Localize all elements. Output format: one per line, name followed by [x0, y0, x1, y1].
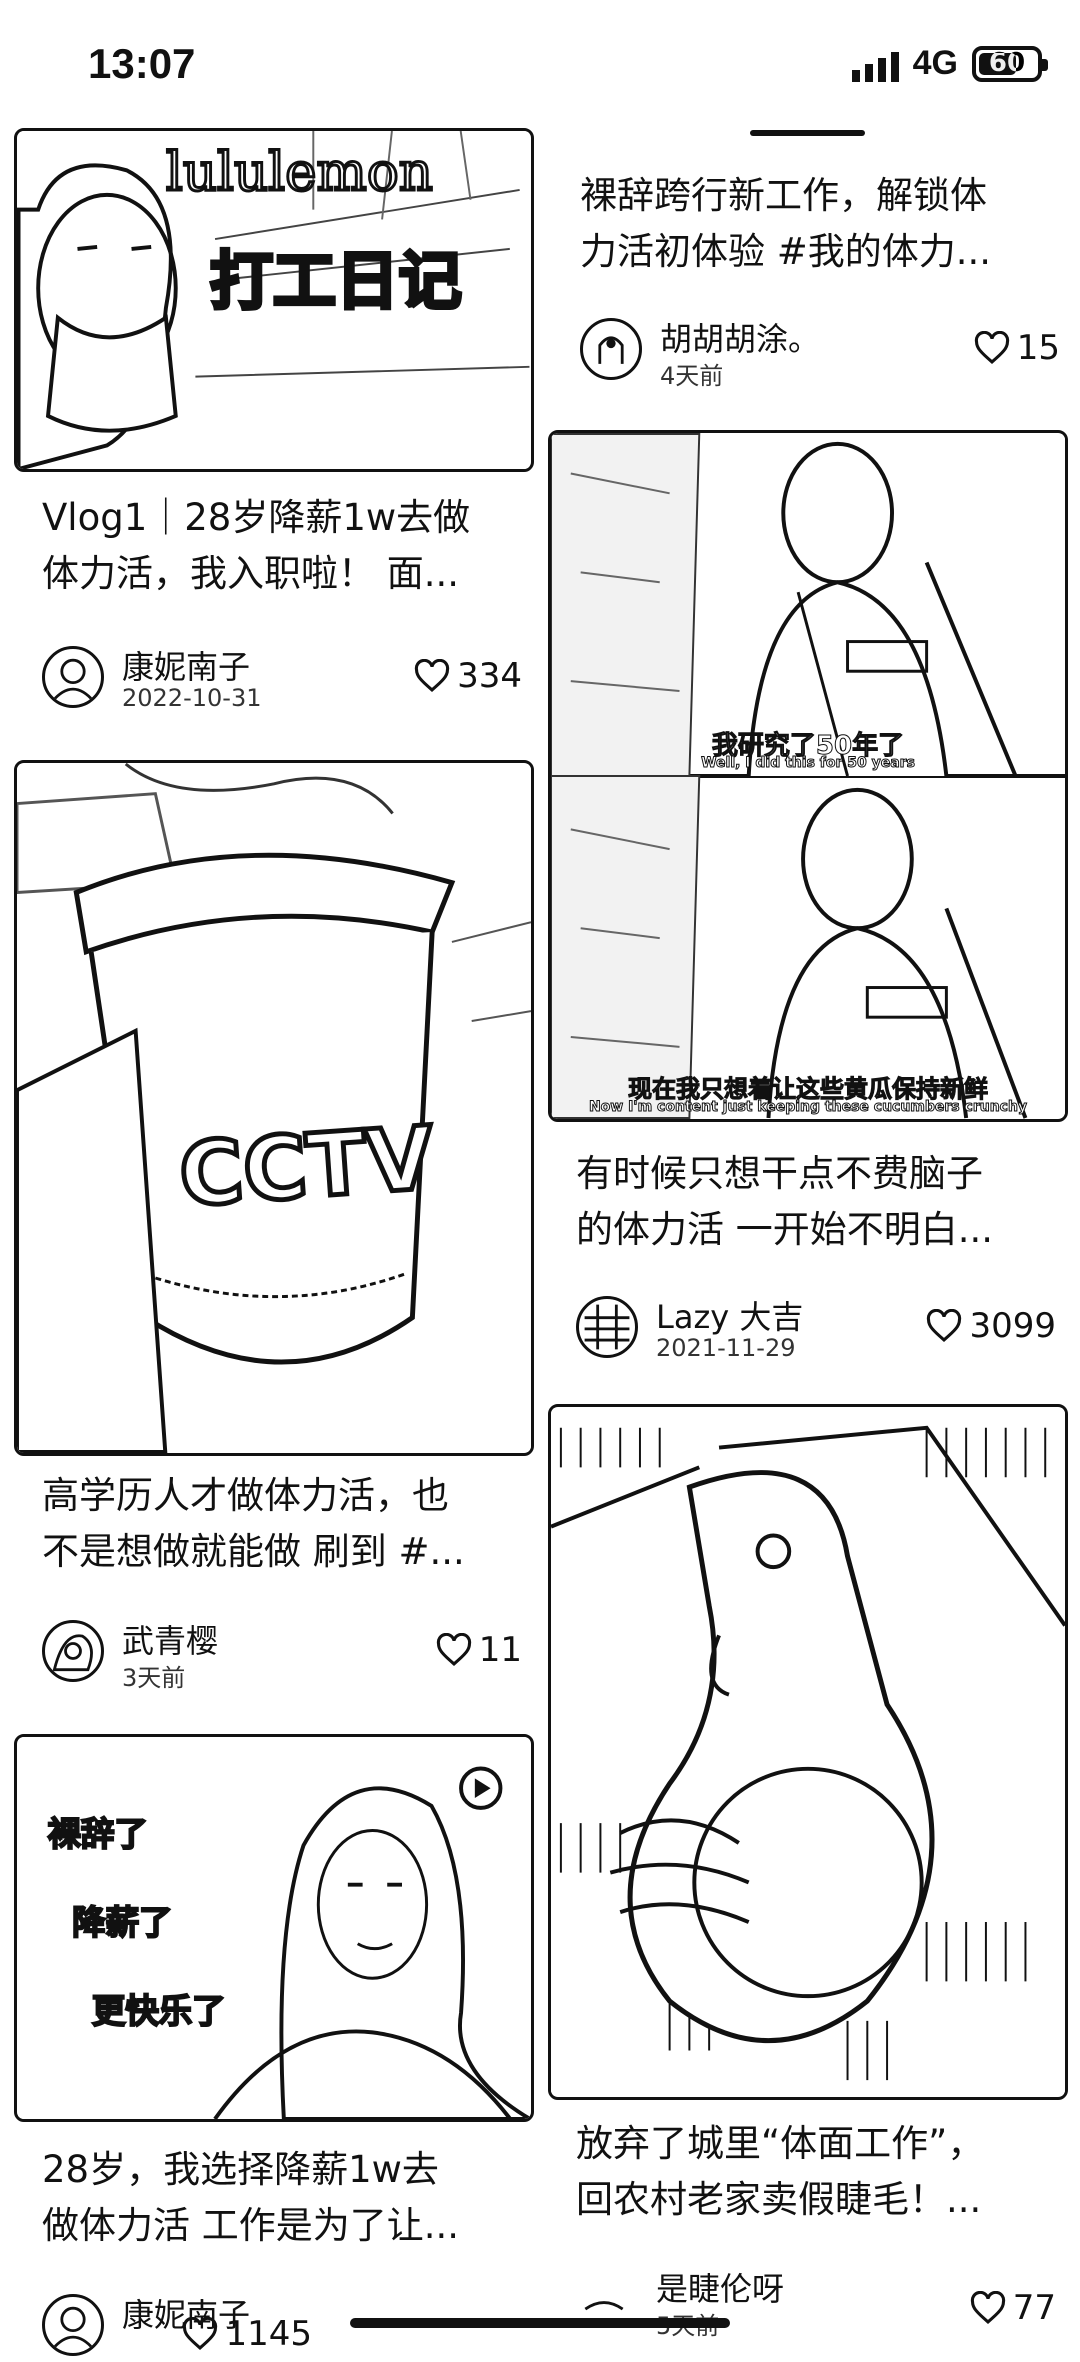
heart-outline-icon — [927, 1309, 962, 1342]
like-count: 11 — [478, 1630, 522, 1670]
feed-card[interactable]: 裸辞跨行新工作，解锁体 力活初体验 #我的体力... 胡胡胡涂。 4天前 15 — [552, 150, 1072, 400]
post-date: 2021-11-29 — [656, 1334, 796, 1362]
signal-icon — [851, 46, 899, 82]
feed-card[interactable]: CCTV 高学历人才做体力活，也 不是想做就能做 刷到 #... 武青樱 3天前… — [14, 760, 534, 1700]
card-thumbnail[interactable] — [548, 1404, 1068, 2100]
thumbnail-text-3: 更快乐了 — [92, 1992, 226, 2031]
thumbnail-text-cctv: CCTV — [176, 1107, 437, 1226]
card-thumbnail[interactable]: 我研究了50年了 Well, I did this for 50 years 现… — [548, 430, 1068, 1122]
avatar[interactable] — [576, 1296, 638, 1358]
heart-outline-icon — [414, 659, 450, 692]
feed-card[interactable]: 放弃了城里“体面工作”， 回农村老家卖假睫毛！... 是睫伦呀 5天前 77 — [548, 1404, 1068, 2340]
card-title[interactable]: 28岁，我选择降薪1w去 做体力活 工作是为了让... — [42, 2142, 512, 2254]
heart-outline-icon — [974, 331, 1009, 364]
like-button[interactable]: 11 — [435, 1630, 522, 1670]
like-count: 15 — [1016, 328, 1060, 368]
status-time: 13:07 — [88, 40, 196, 87]
thumbnail-text-diary: 打工日记 — [210, 245, 462, 318]
avatar[interactable] — [42, 1620, 104, 1682]
like-count: 1145 — [225, 2314, 312, 2354]
thumbnail-text-1: 裸辞了 — [48, 1814, 148, 1853]
thumbnail-illustration: 裸辞了 降薪了 更快乐了 — [18, 1737, 531, 2119]
post-date: 2022-10-31 — [122, 684, 262, 712]
like-button[interactable]: 1145 — [181, 2314, 312, 2354]
avatar[interactable] — [42, 646, 104, 708]
scroll-indicator — [750, 130, 865, 136]
author-name[interactable]: 胡胡胡涂。 — [660, 314, 820, 360]
status-bar: 13:07 4G 60 — [0, 0, 1080, 120]
card-meta: 康妮南子 2022-10-31 334 — [42, 644, 522, 714]
video-subtitle-en: Well, I did this for 50 years — [701, 755, 916, 772]
battery-icon: 60 — [972, 45, 1048, 82]
like-count: 3099 — [969, 1306, 1056, 1346]
feed-card[interactable]: 裸辞了 降薪了 更快乐了 28岁，我选择降薪1w去 做体力活 工作是为了让...… — [14, 1734, 534, 2356]
thumbnail-text-brand: lululemon — [166, 141, 433, 203]
thumbnail-illustration: lululemon 打工日记 — [17, 131, 530, 469]
post-date: 3天前 — [122, 1664, 186, 1692]
author-name[interactable]: 武青樱 — [122, 1616, 218, 1662]
heart-outline-icon — [436, 1633, 471, 1666]
card-title[interactable]: 放弃了城里“体面工作”， 回农村老家卖假睫毛！... — [576, 2116, 1046, 2228]
like-button[interactable]: 3099 — [925, 1306, 1056, 1346]
card-meta: 胡胡胡涂。 4天前 15 — [580, 314, 1060, 390]
status-icons: 4G 60 — [851, 44, 1048, 83]
battery-level: 60 — [988, 47, 1026, 78]
like-button[interactable]: 77 — [969, 2288, 1056, 2328]
like-count: 334 — [457, 656, 522, 696]
card-meta: Lazy 大吉 2021-11-29 3099 — [576, 1294, 1056, 1364]
card-meta: 武青樱 3天前 11 — [42, 1616, 522, 1692]
card-thumbnail[interactable]: lululemon 打工日记 — [14, 128, 534, 472]
card-thumbnail[interactable]: CCTV — [14, 760, 534, 1456]
feed-card[interactable]: lululemon 打工日记 Vlog1｜28岁降薪1w去做 体力活，我入职啦！… — [14, 128, 534, 728]
like-count: 77 — [1012, 2288, 1056, 2328]
avatar[interactable] — [42, 2294, 104, 2356]
card-thumbnail[interactable]: 裸辞了 降薪了 更快乐了 — [14, 1734, 534, 2122]
like-button[interactable]: 15 — [973, 328, 1060, 368]
feed-card[interactable]: 我研究了50年了 Well, I did this for 50 years 现… — [548, 430, 1068, 1362]
home-indicator[interactable] — [350, 2318, 730, 2328]
video-subtitle-en: Now I'm content just keeping these cucum… — [588, 1099, 1028, 1116]
network-type: 4G — [912, 44, 958, 82]
card-title[interactable]: 高学历人才做体力活，也 不是想做就能做 刷到 #... — [42, 1468, 512, 1580]
heart-outline-icon — [183, 2317, 218, 2350]
card-title[interactable]: 裸辞跨行新工作，解锁体 力活初体验 #我的体力... — [580, 168, 1050, 280]
card-title[interactable]: 有时候只想干点不费脑子 的体力活 一开始不明白... — [576, 1146, 1046, 1258]
avatar[interactable] — [580, 318, 642, 380]
author-name[interactable]: Lazy 大吉 — [656, 1292, 803, 1338]
like-button[interactable]: 334 — [413, 656, 522, 696]
post-date: 4天前 — [660, 362, 724, 390]
thumbnail-illustration — [551, 1408, 1065, 2096]
thumbnail-text-2: 降薪了 — [72, 1903, 172, 1942]
thumbnail-illustration: CCTV — [17, 763, 531, 1453]
card-title[interactable]: Vlog1｜28岁降薪1w去做 体力活，我入职啦！ 面... — [42, 490, 512, 602]
author-name[interactable]: 康妮南子 — [122, 642, 250, 688]
author-name[interactable]: 是睫伦呀 — [656, 2264, 784, 2310]
thumbnail-illustration — [551, 433, 1065, 1119]
heart-outline-icon — [970, 2291, 1005, 2324]
